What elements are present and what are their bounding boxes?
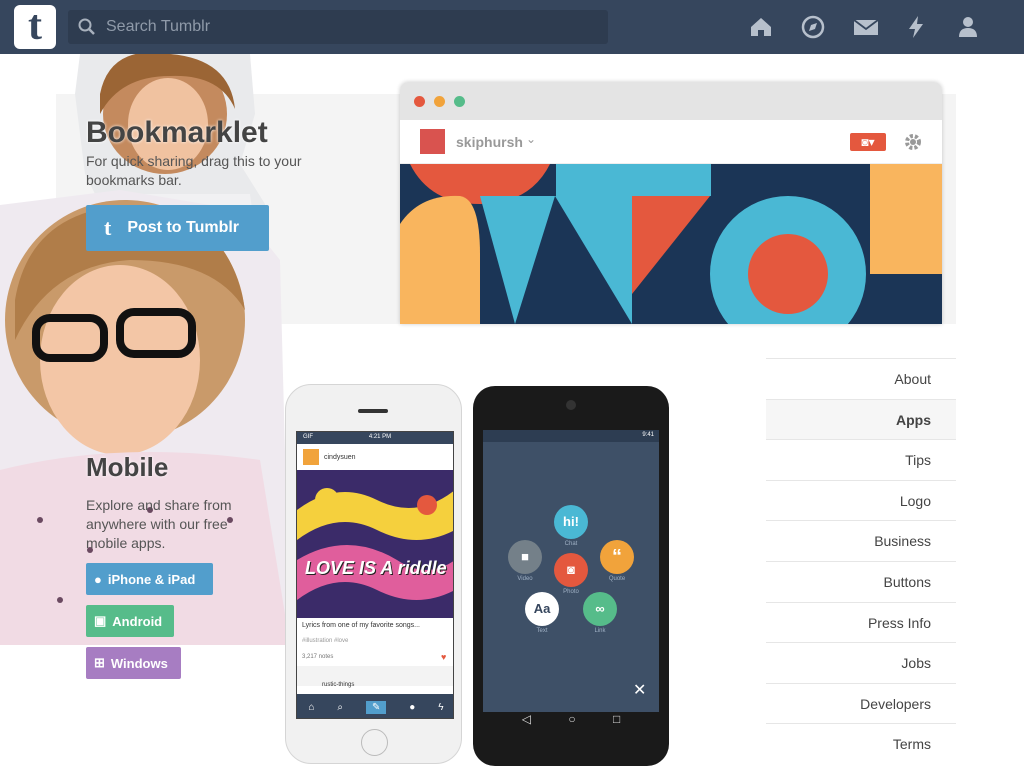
- tumblr-logo[interactable]: t: [14, 5, 56, 49]
- camera-icon: ◙: [567, 562, 575, 577]
- carrier-text: GIF: [303, 434, 313, 440]
- browser-chrome: [400, 82, 942, 120]
- tab-activity-icon[interactable]: ϟ: [438, 702, 443, 713]
- mail-icon[interactable]: [852, 14, 880, 42]
- iphone-screen: GIF 4:21 PM cindysuen LOVE IS A riddle L…: [296, 431, 454, 719]
- browser-mockup: skiphursh ⌄ ◙▾: [400, 82, 942, 324]
- gear-icon[interactable]: [903, 132, 923, 152]
- chat-icon: hi!: [563, 514, 579, 529]
- account-icon[interactable]: [956, 14, 984, 42]
- photo-bubble-button[interactable]: ◙: [554, 553, 588, 587]
- android-button[interactable]: ▣ Android: [86, 605, 174, 637]
- quote-label: Quote: [608, 576, 626, 582]
- home-icon[interactable]: [748, 14, 776, 42]
- blog-username[interactable]: skiphursh: [456, 134, 523, 150]
- status-time: 4:21 PM: [368, 434, 392, 440]
- tab-account-icon[interactable]: ●: [409, 702, 415, 713]
- android-mockup: 9:41 hi! Chat ■ Video ◙ Photo “ Quote Aa…: [473, 386, 669, 766]
- post-art-text: LOVE IS A riddle: [305, 558, 447, 578]
- android-status-time: 9:41: [483, 430, 659, 442]
- chat-bubble-button[interactable]: hi!: [554, 505, 588, 539]
- android-screen: 9:41 hi! Chat ■ Video ◙ Photo “ Quote Aa…: [483, 430, 659, 712]
- iphone-speaker: [358, 409, 388, 413]
- geometric-artwork: [400, 164, 942, 324]
- compass-icon[interactable]: [800, 14, 828, 42]
- minimize-dot-icon: [434, 96, 445, 107]
- text-label: Text: [536, 628, 548, 634]
- camera-dropdown-icon[interactable]: ◙▾: [850, 133, 886, 151]
- post-caption: Lyrics from one of my favorite songs...: [302, 622, 421, 629]
- apple-icon: ●: [94, 571, 102, 587]
- tab-search-icon[interactable]: ⌕: [337, 702, 343, 713]
- sidenav-item-logo[interactable]: Logo: [766, 479, 956, 521]
- post-username: cindysuen: [324, 453, 356, 461]
- recents-icon[interactable]: □: [613, 712, 620, 732]
- sidenav-item-business[interactable]: Business: [766, 520, 956, 561]
- search-input[interactable]: [106, 10, 596, 44]
- mobile-title: Mobile: [86, 452, 169, 482]
- photo-label: Photo: [563, 589, 579, 595]
- quote-bubble-button[interactable]: “: [600, 540, 634, 574]
- bookmarklet-description: For quick sharing, drag this to your boo…: [86, 153, 302, 188]
- close-dot-icon: [414, 96, 425, 107]
- home-circle-icon[interactable]: ○: [568, 712, 575, 732]
- windows-button[interactable]: ⊞ Windows: [86, 647, 181, 679]
- windows-icon: ⊞: [94, 655, 105, 670]
- link-label: Link: [594, 628, 606, 634]
- mobile-description: Explore and share from anywhere with our…: [86, 497, 232, 551]
- post-avatar: [303, 449, 319, 465]
- video-camera-icon: ■: [521, 549, 529, 564]
- video-label: Video: [517, 576, 533, 582]
- post-tags: #illustration #love: [302, 638, 349, 644]
- sidenav-item-terms[interactable]: Terms: [766, 723, 956, 764]
- back-icon[interactable]: ◁: [522, 712, 531, 732]
- tumblr-t-icon: t: [104, 215, 112, 240]
- post-to-tumblr-label: Post to Tumblr: [127, 219, 240, 236]
- link-bubble-button[interactable]: ∞: [583, 592, 617, 626]
- top-navigation-bar: t: [0, 0, 1024, 54]
- bookmarklet-title: Bookmarklet: [86, 116, 268, 149]
- iphone-ipad-label: iPhone & iPad: [107, 571, 196, 587]
- next-post-username: rustic-things: [322, 682, 355, 688]
- sidenav-item-buttons[interactable]: Buttons: [766, 560, 956, 602]
- iphone-home-button[interactable]: [361, 729, 388, 756]
- video-bubble-button[interactable]: ■: [508, 540, 542, 574]
- android-label: Android: [112, 613, 163, 629]
- close-icon[interactable]: ✕: [633, 680, 646, 700]
- windows-label: Windows: [110, 655, 168, 671]
- chat-label: Chat: [564, 541, 578, 547]
- lightning-icon[interactable]: [904, 14, 932, 42]
- side-navigation: About Apps Tips Logo Business Buttons Pr…: [766, 358, 956, 764]
- tab-home-icon[interactable]: ⌂: [308, 702, 314, 713]
- sidenav-item-jobs[interactable]: Jobs: [766, 642, 956, 683]
- android-camera: [566, 400, 576, 410]
- link-icon: ∞: [595, 601, 605, 616]
- sidenav-item-press-info[interactable]: Press Info: [766, 601, 956, 643]
- sidenav-item-about[interactable]: About: [766, 358, 956, 399]
- heart-icon[interactable]: ♥: [441, 652, 446, 662]
- post-to-tumblr-button[interactable]: t Post to Tumblr: [86, 205, 269, 251]
- text-icon: Aa: [533, 601, 551, 616]
- search-box[interactable]: [68, 10, 608, 44]
- text-bubble-button[interactable]: Aa: [525, 592, 559, 626]
- maximize-dot-icon: [454, 96, 465, 107]
- quote-icon: “: [612, 546, 622, 568]
- android-icon: ▣: [94, 613, 107, 628]
- post-notes: 3,217 notes: [302, 654, 334, 660]
- sidenav-item-apps[interactable]: Apps: [766, 398, 956, 440]
- blog-header-bar: skiphursh ⌄ ◙▾: [400, 120, 942, 164]
- sidenav-item-tips[interactable]: Tips: [766, 439, 956, 480]
- chevron-down-icon: ⌄: [526, 132, 537, 146]
- iphone-ipad-button[interactable]: ● iPhone & iPad: [86, 563, 213, 595]
- iphone-mockup: GIF 4:21 PM cindysuen LOVE IS A riddle L…: [285, 384, 462, 764]
- tab-compose-icon[interactable]: ✎: [365, 700, 387, 714]
- sidenav-item-developers[interactable]: Developers: [766, 682, 956, 724]
- post-image: LOVE IS A riddle: [297, 470, 453, 618]
- avatar: [420, 129, 445, 154]
- search-icon: [78, 18, 95, 35]
